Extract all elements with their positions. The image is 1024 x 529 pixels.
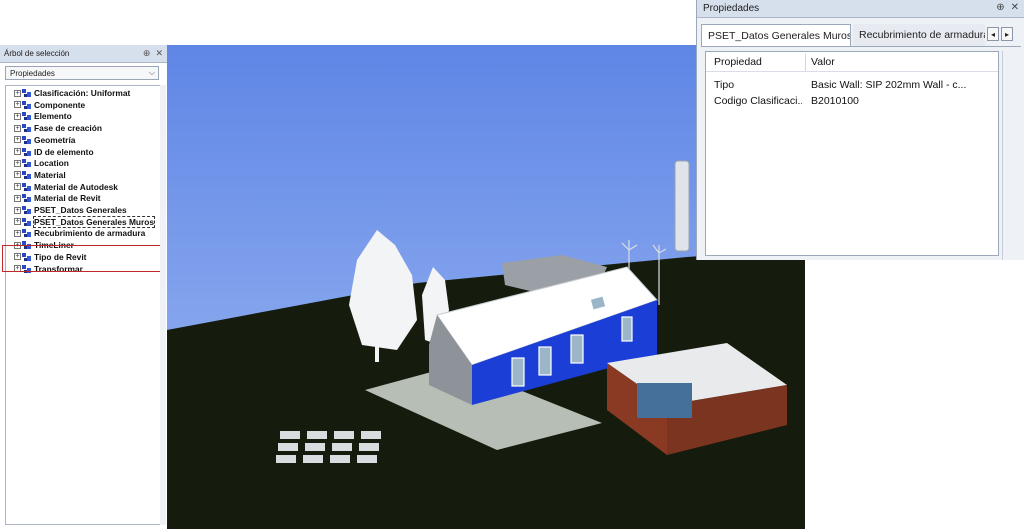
table-row[interactable]: Tipo Basic Wall: SIP 202mm Wall - c... <box>706 77 998 94</box>
close-icon[interactable]: ✕ <box>155 48 163 59</box>
plus-box-icon[interactable]: + <box>14 183 21 191</box>
tree-item-label: Elemento <box>34 111 72 122</box>
plus-box-icon[interactable]: + <box>14 89 21 97</box>
column-divider[interactable] <box>805 54 806 71</box>
tree-item-label: Fase de creación <box>34 123 102 134</box>
plus-box-icon[interactable]: + <box>14 124 21 132</box>
tab-label: Recubrimiento de armadura <box>859 29 985 41</box>
properties-scrollbar[interactable] <box>1002 51 1019 260</box>
tree-item[interactable]: + PSET_Datos Generales Muros <box>14 215 156 228</box>
plus-box-icon[interactable]: + <box>14 229 21 237</box>
tree-item-label: Clasificación: Uniformat <box>34 88 131 98</box>
property-category-icon <box>22 147 31 156</box>
tree-item[interactable]: + Material <box>14 169 66 181</box>
property-category-icon <box>22 229 31 238</box>
property-category-icon <box>22 159 31 168</box>
tree-item[interactable]: + Geometría <box>14 134 75 146</box>
tree-item-label: Material de Revit <box>34 193 101 204</box>
property-name: Tipo <box>714 79 735 91</box>
tab-recubrimiento-de-armadura[interactable]: Recubrimiento de armadura <box>853 24 985 46</box>
plus-box-icon[interactable]: + <box>14 206 21 214</box>
tree-item-label: Componente <box>34 99 86 110</box>
tree-item-label: PSET_Datos Generales <box>34 205 127 215</box>
property-category-icon <box>22 124 31 133</box>
plus-box-icon[interactable]: + <box>14 218 21 226</box>
column-header-valor[interactable]: Valor <box>811 56 991 68</box>
selection-tree-list[interactable]: + Clasificación: Uniformat + Componente + Ele… <box>5 85 163 525</box>
selection-tree-title: Árbol de selección <box>4 49 70 58</box>
tree-item-label: Material de Autodesk <box>34 181 118 192</box>
close-icon[interactable]: ✕ <box>1011 2 1019 13</box>
tree-item[interactable]: + Fase de creación <box>14 122 102 134</box>
annex-window <box>637 383 692 418</box>
property-category-icon <box>22 217 31 226</box>
property-category-icon <box>22 89 31 97</box>
property-category-icon <box>22 182 31 191</box>
table-row[interactable]: Codigo Clasificaci... B2010100 <box>706 93 998 110</box>
highlight-annotation-box <box>2 245 164 272</box>
plus-box-icon[interactable]: + <box>14 112 21 120</box>
chevron-down-icon[interactable]: ⌵ <box>149 68 155 78</box>
pin-icon[interactable]: ⊕ <box>143 48 151 59</box>
property-value: B2010100 <box>811 95 859 107</box>
plus-box-icon[interactable]: + <box>14 101 21 109</box>
grid-header: Propiedad Valor <box>706 54 998 72</box>
tree-item[interactable]: + Componente <box>14 99 85 111</box>
tab-pset-datos-generales-muros[interactable]: PSET_Datos Generales Muros <box>701 24 851 46</box>
plus-box-icon[interactable]: + <box>14 171 21 179</box>
pin-icon[interactable]: ⊕ <box>996 2 1004 13</box>
property-category-icon <box>22 170 31 179</box>
property-category-icon <box>22 194 31 203</box>
property-value: Basic Wall: SIP 202mm Wall - c... <box>811 79 967 91</box>
plus-box-icon[interactable]: + <box>14 148 21 155</box>
tree-item[interactable]: + Material de Revit <box>14 192 101 204</box>
property-category-icon <box>22 206 31 214</box>
plus-box-icon[interactable]: + <box>14 136 21 144</box>
property-category-icon <box>22 135 31 144</box>
navigation-bar[interactable] <box>674 160 690 252</box>
tree-item-label: ID de elemento <box>34 146 94 157</box>
tree-item[interactable]: + Clasificación: Uniformat <box>14 87 130 99</box>
properties-panel: Propiedades ⊕ ✕ PSET_Datos Generales Mur… <box>696 0 1024 260</box>
chevron-left-icon[interactable]: ◂ <box>987 27 999 41</box>
tree-item[interactable]: + Location <box>14 157 69 169</box>
properties-grid: Propiedad Valor Tipo Basic Wall: SIP 202… <box>705 51 999 256</box>
tree-item[interactable]: + Material de Autodesk <box>14 181 118 193</box>
tree-item[interactable]: + ID de elemento <box>14 146 94 158</box>
tree-item-label: Material <box>34 169 66 180</box>
tree-item-label: Geometría <box>34 134 76 145</box>
tree-view-select[interactable]: Propiedades ⌵ <box>5 66 159 80</box>
tree-item[interactable]: + Recubrimiento de armadura <box>14 227 145 239</box>
property-category-icon <box>22 100 31 109</box>
property-category-icon <box>22 112 31 121</box>
plus-box-icon[interactable]: + <box>14 194 21 202</box>
tree-item-label: Location <box>34 158 69 169</box>
tree-item[interactable]: + PSET_Datos Generales <box>14 204 127 216</box>
tree-item-label: Recubrimiento de armadura <box>34 228 146 239</box>
tree-view-select-value: Propiedades <box>10 68 55 78</box>
tab-label: PSET_Datos Generales Muros <box>708 29 851 42</box>
properties-title: Propiedades <box>703 3 760 14</box>
properties-tab-strip: PSET_Datos Generales Muros Recubrimiento… <box>701 24 1021 47</box>
plus-box-icon[interactable]: + <box>14 159 21 167</box>
tree-item-label: PSET_Datos Generales Muros <box>32 215 156 228</box>
selection-tree-titlebar: Árbol de selección ⊕ ✕ <box>0 45 167 63</box>
property-name: Codigo Clasificaci... <box>714 95 802 107</box>
selection-tree-panel: Árbol de selección ⊕ ✕ Propiedades ⌵ + Cl… <box>0 45 168 529</box>
tree-item[interactable]: + Elemento <box>14 110 72 122</box>
chevron-right-icon[interactable]: ▸ <box>1001 27 1013 41</box>
properties-titlebar: Propiedades ⊕ ✕ <box>697 0 1024 18</box>
column-header-propiedad[interactable]: Propiedad <box>714 56 802 68</box>
tree-scrollbar[interactable] <box>160 85 166 525</box>
